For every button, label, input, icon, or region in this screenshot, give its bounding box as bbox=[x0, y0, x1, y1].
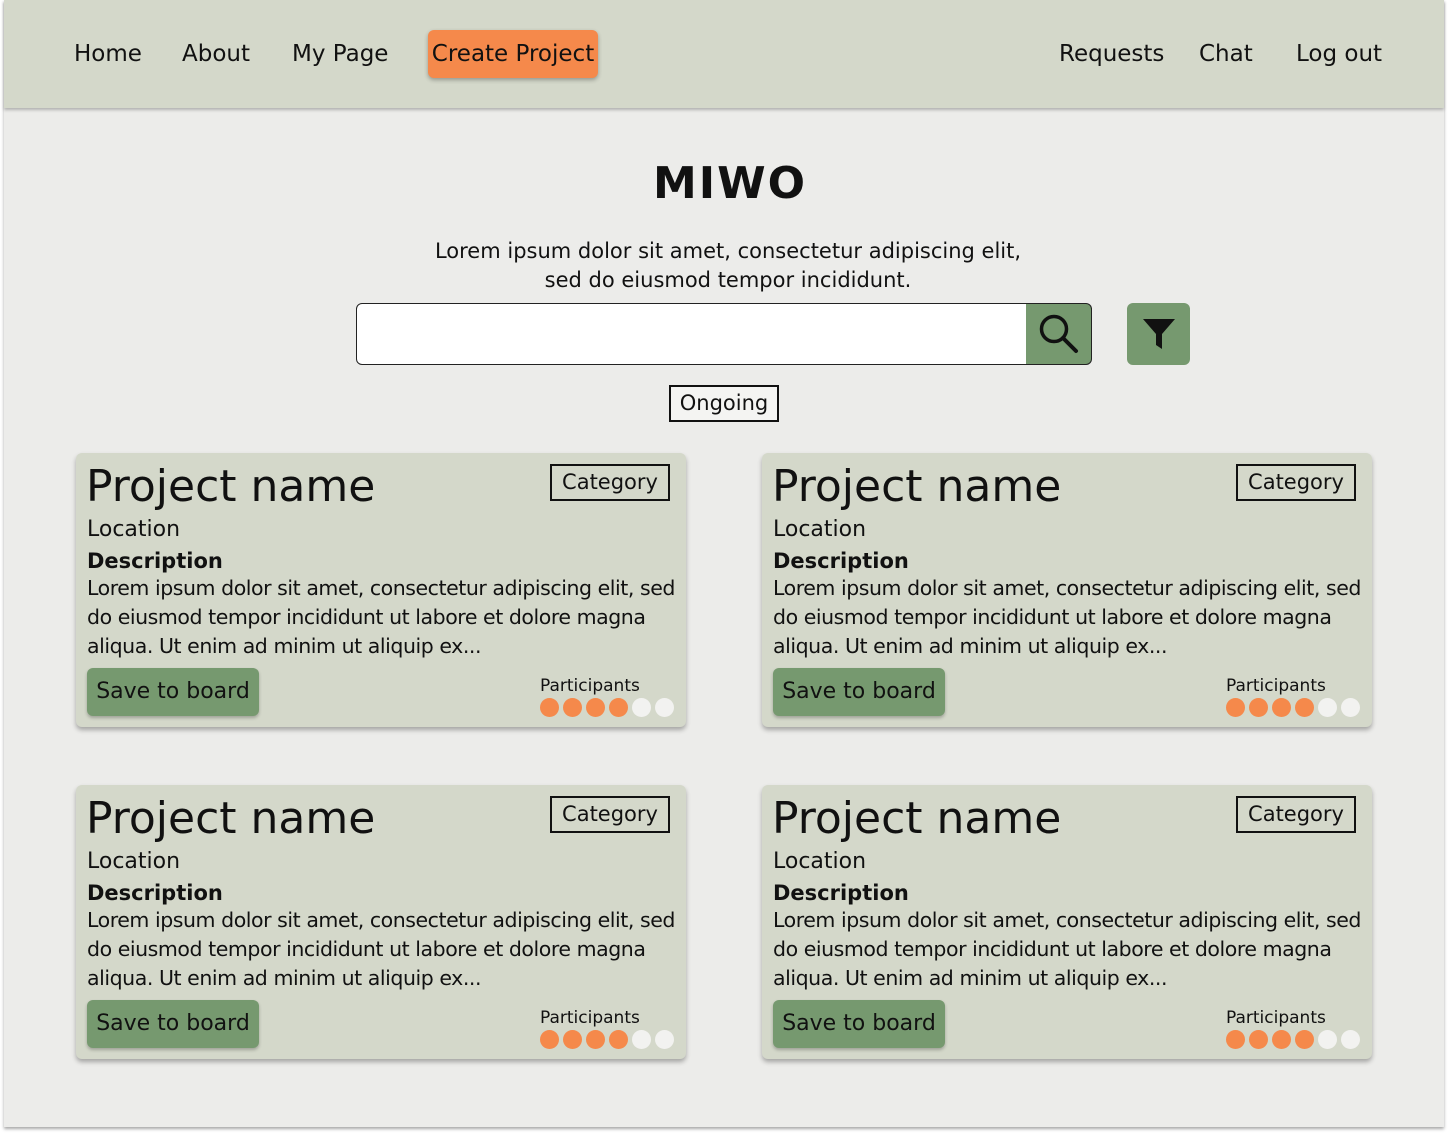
project-title: Project name bbox=[772, 793, 1062, 844]
participants-indicator bbox=[540, 1030, 674, 1049]
participant-dot-empty bbox=[1341, 698, 1360, 717]
nav-about-link[interactable]: About bbox=[182, 38, 250, 70]
category-tag: Category bbox=[1236, 796, 1356, 833]
participant-dot-empty bbox=[655, 1030, 674, 1049]
participant-dot-filled bbox=[1295, 1030, 1314, 1049]
participants-indicator bbox=[1226, 1030, 1360, 1049]
description-label: Description bbox=[87, 881, 223, 905]
app-frame: Home About My Page Create Project Reques… bbox=[4, 0, 1444, 1127]
participant-dot-filled bbox=[1295, 698, 1314, 717]
subtitle-line: Lorem ipsum dolor sit amet, consectetur … bbox=[434, 239, 1022, 263]
project-card[interactable]: Project name Category Location Descripti… bbox=[762, 785, 1372, 1059]
project-location: Location bbox=[773, 517, 867, 542]
subtitle-line: sed do eiusmod tempor incididunt. bbox=[544, 268, 912, 292]
nav-my-page-link[interactable]: My Page bbox=[292, 38, 388, 70]
project-card[interactable]: Project name Category Location Descripti… bbox=[762, 453, 1372, 727]
search-input[interactable] bbox=[356, 303, 1028, 365]
project-location: Location bbox=[773, 849, 867, 874]
participant-dot-filled bbox=[1226, 1030, 1245, 1049]
participant-dot-filled bbox=[540, 1030, 559, 1049]
nav-chat-link[interactable]: Chat bbox=[1199, 38, 1253, 70]
description-label: Description bbox=[87, 549, 223, 573]
project-title: Project name bbox=[86, 793, 376, 844]
status-filter-chip[interactable]: Ongoing bbox=[669, 385, 779, 422]
participants-label: Participants bbox=[1226, 676, 1326, 696]
project-description: Lorem ipsum dolor sit amet, consectetur … bbox=[773, 576, 1361, 658]
participant-dot-empty bbox=[655, 698, 674, 717]
save-to-board-button[interactable]: Save to board bbox=[87, 668, 259, 716]
participant-dot-filled bbox=[1272, 698, 1291, 717]
search-button[interactable] bbox=[1026, 303, 1092, 365]
project-title: Project name bbox=[772, 461, 1062, 512]
participant-dot-filled bbox=[563, 1030, 582, 1049]
participants-indicator bbox=[540, 698, 674, 717]
save-to-board-button[interactable]: Save to board bbox=[773, 1000, 945, 1048]
project-location: Location bbox=[87, 517, 181, 542]
participants-indicator bbox=[1226, 698, 1360, 717]
description-label: Description bbox=[773, 881, 909, 905]
participant-dot-filled bbox=[609, 1030, 628, 1049]
nav-requests-link[interactable]: Requests bbox=[1059, 38, 1164, 70]
category-tag: Category bbox=[550, 796, 670, 833]
participants-label: Participants bbox=[540, 1008, 640, 1028]
participant-dot-filled bbox=[1249, 698, 1268, 717]
nav-home-link[interactable]: Home bbox=[74, 38, 142, 70]
participant-dot-empty bbox=[632, 1030, 651, 1049]
description-label: Description bbox=[773, 549, 909, 573]
project-location: Location bbox=[87, 849, 181, 874]
participant-dot-filled bbox=[586, 1030, 605, 1049]
participants-label: Participants bbox=[1226, 1008, 1326, 1028]
project-description: Lorem ipsum dolor sit amet, consectetur … bbox=[87, 908, 675, 990]
project-title: Project name bbox=[86, 461, 376, 512]
save-to-board-button[interactable]: Save to board bbox=[773, 668, 945, 716]
participant-dot-filled bbox=[609, 698, 628, 717]
save-to-board-button[interactable]: Save to board bbox=[87, 1000, 259, 1048]
project-description: Lorem ipsum dolor sit amet, consectetur … bbox=[773, 908, 1361, 990]
project-description: Lorem ipsum dolor sit amet, consectetur … bbox=[87, 576, 675, 658]
page-subtitle: Lorem ipsum dolor sit amet, consectetur … bbox=[4, 237, 1448, 295]
filter-button[interactable] bbox=[1127, 303, 1190, 365]
participant-dot-filled bbox=[563, 698, 582, 717]
nav-logout-link[interactable]: Log out bbox=[1296, 38, 1382, 70]
project-card[interactable]: Project name Category Location Descripti… bbox=[76, 453, 686, 727]
participants-label: Participants bbox=[540, 676, 640, 696]
category-tag: Category bbox=[550, 464, 670, 501]
participant-dot-filled bbox=[1272, 1030, 1291, 1049]
participant-dot-empty bbox=[1318, 1030, 1337, 1049]
page-title: MIWO bbox=[652, 158, 808, 209]
participant-dot-empty bbox=[1318, 698, 1337, 717]
participant-dot-filled bbox=[586, 698, 605, 717]
participant-dot-filled bbox=[1249, 1030, 1268, 1049]
participant-dot-filled bbox=[1226, 698, 1245, 717]
category-tag: Category bbox=[1236, 464, 1356, 501]
top-nav: Home About My Page Create Project Reques… bbox=[4, 0, 1444, 108]
create-project-button[interactable]: Create Project bbox=[428, 30, 598, 78]
filter-icon bbox=[1142, 319, 1175, 349]
project-card[interactable]: Project name Category Location Descripti… bbox=[76, 785, 686, 1059]
participant-dot-empty bbox=[1341, 1030, 1360, 1049]
participant-dot-filled bbox=[540, 698, 559, 717]
participant-dot-empty bbox=[632, 698, 651, 717]
search-icon bbox=[1039, 314, 1078, 353]
